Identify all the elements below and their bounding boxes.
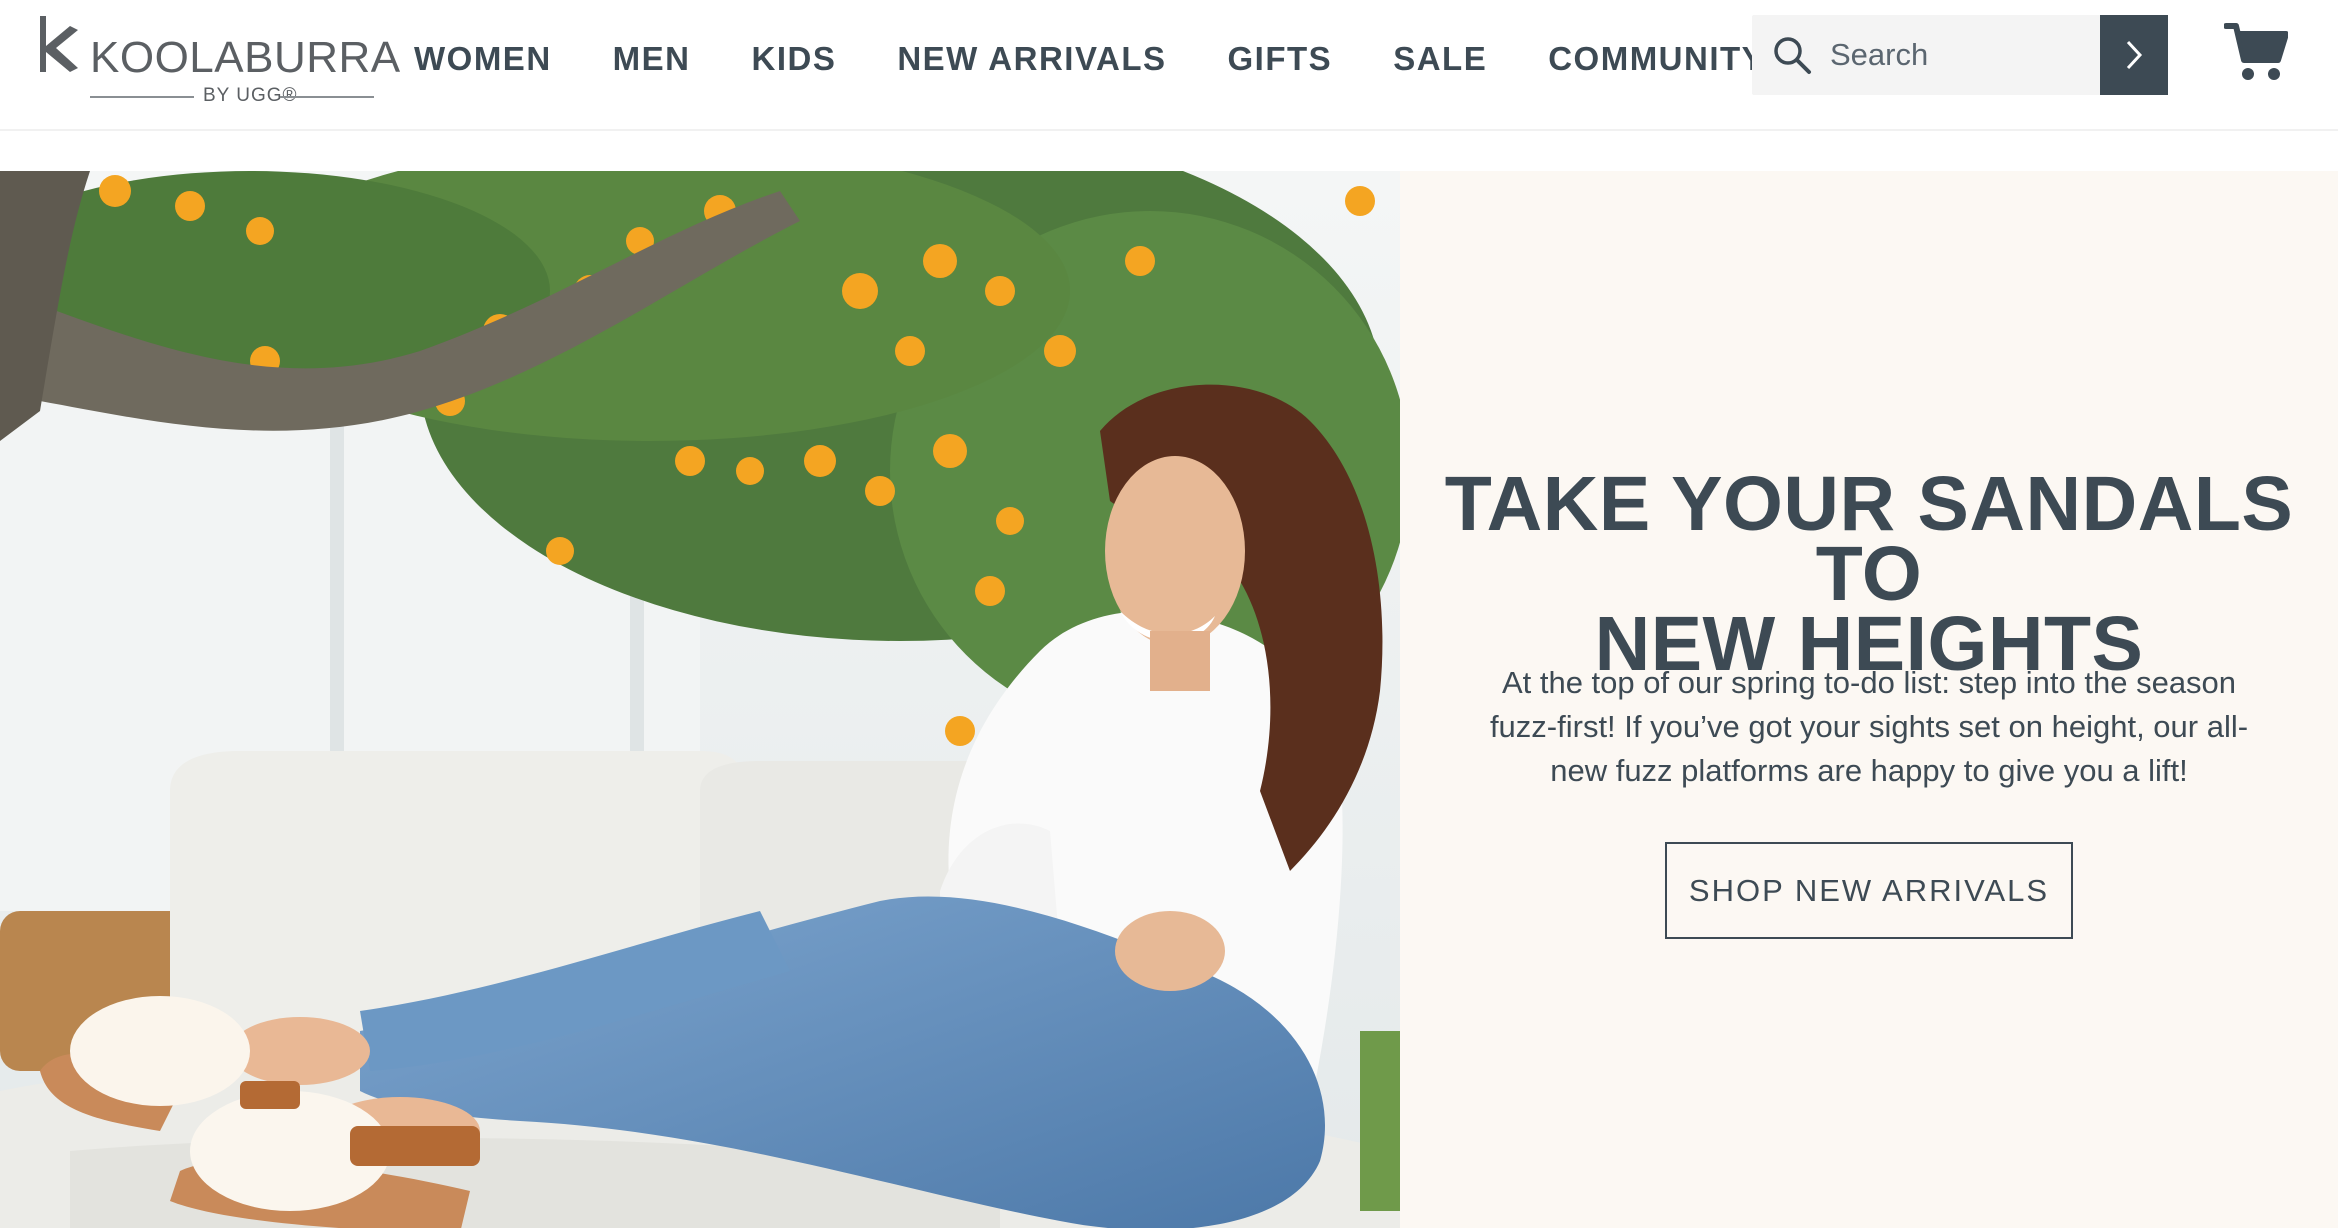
nav-item-men[interactable]: MEN <box>613 36 691 82</box>
brand-subline: BY UGG® <box>90 84 374 108</box>
brand-logo[interactable]: KOOLABURRA BY UGG® <box>36 16 400 106</box>
hero-banner: TAKE YOUR SANDALS TO NEW HEIGHTS At the … <box>0 171 2338 1228</box>
brand-name: KOOLABURRA <box>90 33 401 82</box>
main-nav: WOMEN MEN KIDS NEW ARRIVALS GIFTS SALE C… <box>414 36 1765 82</box>
search-input[interactable] <box>1830 15 2100 95</box>
search-icon[interactable] <box>1772 35 1812 75</box>
brand-divider-left <box>90 96 194 98</box>
hero-photo-illustration <box>0 171 1400 1228</box>
chevron-right-icon <box>2126 40 2143 70</box>
shop-new-arrivals-button[interactable]: SHOP NEW ARRIVALS <box>1665 842 2073 939</box>
nav-item-new-arrivals[interactable]: NEW ARRIVALS <box>897 36 1166 82</box>
search-submit-button[interactable] <box>2100 15 2168 95</box>
shopping-cart-icon[interactable] <box>2224 20 2288 82</box>
nav-item-gifts[interactable]: GIFTS <box>1228 36 1333 82</box>
nav-item-kids[interactable]: KIDS <box>752 36 837 82</box>
nav-item-community[interactable]: COMMUNITY <box>1548 36 1765 82</box>
brand-divider-right <box>280 96 374 98</box>
hero-headline: TAKE YOUR SANDALS TO NEW HEIGHTS <box>1420 461 2318 683</box>
nav-item-sale[interactable]: SALE <box>1393 36 1487 82</box>
site-header: KOOLABURRA BY UGG® WOMEN MEN KIDS NEW AR… <box>0 0 2338 131</box>
search-bar <box>1752 15 2168 95</box>
hero-headline-line-1: TAKE YOUR SANDALS TO <box>1444 461 2294 617</box>
nav-item-women[interactable]: WOMEN <box>414 36 552 82</box>
hero-body-text: At the top of our spring to-do list: ste… <box>1489 665 2249 788</box>
hero-photo[interactable] <box>0 171 1400 1228</box>
koolaburra-logo-mark-icon <box>40 16 78 72</box>
hero-content-panel: TAKE YOUR SANDALS TO NEW HEIGHTS At the … <box>1400 171 2338 1228</box>
